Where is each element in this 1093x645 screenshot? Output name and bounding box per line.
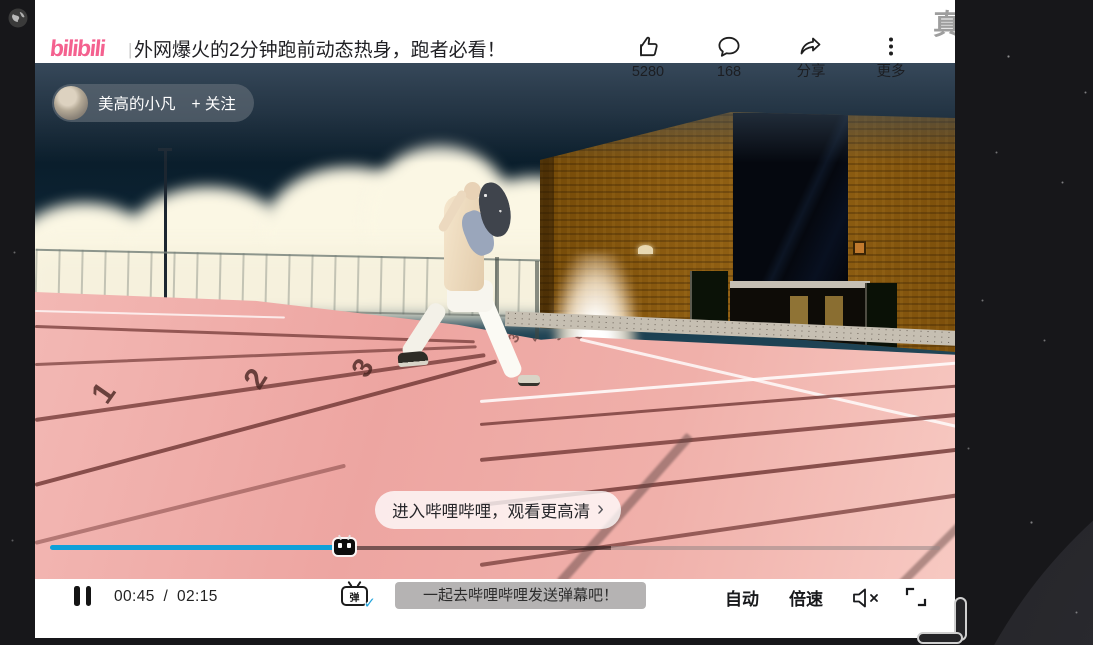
progress-bar[interactable] [50,534,940,555]
uploader-avatar[interactable] [54,86,88,120]
runner-shoe [397,350,429,368]
fence-post [535,261,539,345]
more-icon [889,37,893,56]
watermark-text: 真 [932,9,955,40]
control-bar: 00:45 / 02:15 弹 ✓ 一起去哔哩哔哩发送弹幕吧！ 自动 倍速 [35,579,955,638]
more-label: 更多 [876,64,906,80]
time-total: 02:15 [176,588,218,605]
danmaku-input[interactable]: 一起去哔哩哔哩发送弹幕吧！ [395,582,646,609]
runner-shoe [518,375,540,386]
wall-lamp [638,245,653,254]
time-display: 00:45 / 02:15 [112,588,220,606]
lane-line [579,338,955,431]
video-title[interactable]: 外网爆火的2分钟跑前动态热身，跑者必看！ [134,35,506,62]
progress-played [50,545,344,550]
lane-line [35,310,285,319]
chevron-right-icon: › [597,498,604,520]
like-count: 5280 [631,64,665,80]
bilibili-logo[interactable]: bilibili [49,35,106,62]
uploader-name[interactable]: 美高的小凡 [98,92,176,114]
lane-number: 3 [345,353,380,383]
horizontal-scrollbar-thumb[interactable] [917,632,963,644]
track-shadow-streak [877,474,955,579]
lane-line [479,361,955,403]
lane-line [35,463,346,545]
comment-count: 168 [716,64,742,80]
video-frame[interactable]: 1 2 3 3 4 5 6 [35,63,955,579]
fullscreen-icon[interactable] [903,586,929,608]
danmaku-check-icon: ✓ [363,595,376,612]
follow-button[interactable]: + 关注 [192,92,236,114]
open-in-bilibili-button[interactable]: 进入哔哩哔哩，观看更高清 › [375,491,621,529]
pause-button[interactable] [74,586,94,606]
progress-buffered [343,545,611,550]
quality-auto-button[interactable]: 自动 [725,585,759,610]
cta-label: 进入哔哩哔哩，观看更高清 [392,503,591,521]
lit-window [853,241,866,255]
like-button[interactable]: 5280 [612,33,684,80]
share-label: 分享 [796,64,826,80]
globe-icon [8,8,28,28]
logo-title-separator: | [128,40,133,59]
comment-icon [718,36,740,57]
mute-icon[interactable] [851,586,881,610]
time-separator: / [163,588,169,605]
more-button[interactable]: 更多 [855,33,927,80]
comment-button[interactable]: 168 [693,33,765,80]
progress-remaining [610,545,940,550]
share-icon [800,37,821,55]
share-button[interactable]: 分享 [775,33,847,80]
playback-speed-button[interactable]: 倍速 [789,585,823,610]
bilibili-player: bilibili | 外网爆火的2分钟跑前动态热身，跑者必看！ 真 5280 1… [35,0,955,638]
page-background: bilibili | 外网爆火的2分钟跑前动态热身，跑者必看！ 真 5280 1… [0,0,1093,645]
uploader-chip[interactable]: 美高的小凡 + 关注 [52,84,254,122]
time-current: 00:45 [114,588,155,605]
like-icon [640,36,658,57]
star-specks [0,0,1,1]
progress-handle-tv-icon[interactable] [333,534,355,555]
danmaku-toggle-button[interactable]: 弹 ✓ [341,580,376,612]
